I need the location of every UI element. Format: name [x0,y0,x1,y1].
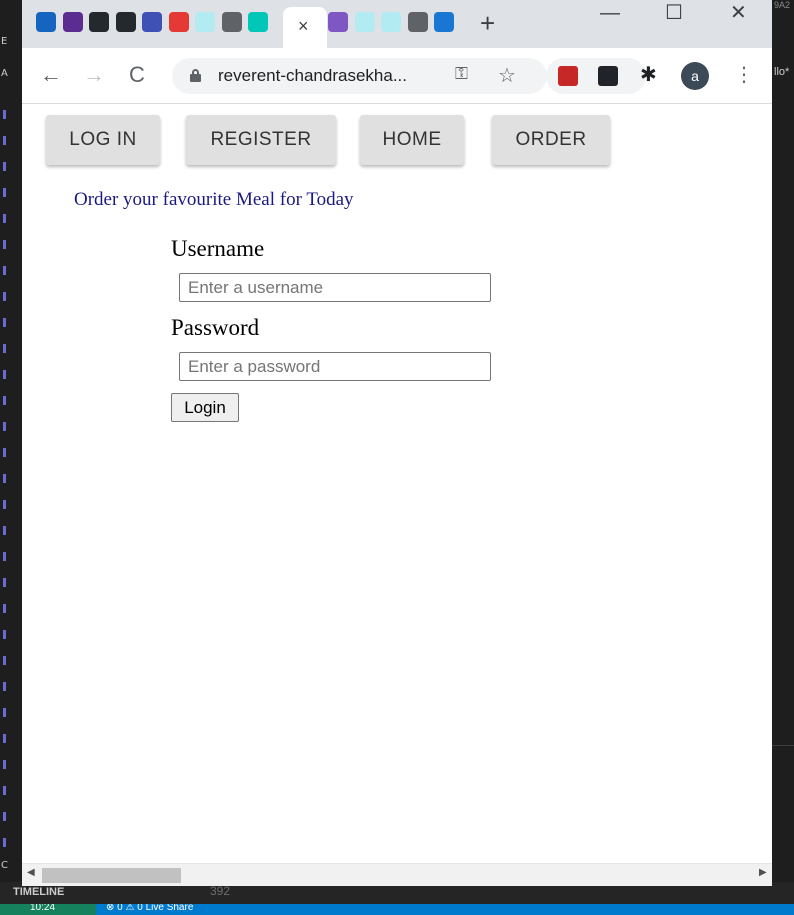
editor-gutter-mark [3,682,6,691]
editor-gutter-mark [3,656,6,665]
editor-gutter-mark [3,500,6,509]
editor-gutter-mark [3,292,6,301]
editor-gutter-mark [3,318,6,327]
tab-favicon-check-icon[interactable] [248,12,268,32]
tab-favicon-h-icon[interactable] [328,12,348,32]
ublock-extension-icon[interactable] [558,66,578,86]
editor-gutter-mark [3,136,6,145]
active-tab[interactable]: × [283,7,327,48]
minimize-icon[interactable]: — [600,2,620,24]
editor-gutter-mark [3,448,6,457]
close-window-icon[interactable]: ✕ [730,2,747,24]
browser-window: × + — ☐ ✕ ← → C reverent-chandrasekha...… [22,0,772,886]
horizontal-scrollbar[interactable]: ◀ ▶ [22,863,772,886]
editor-gutter-mark [3,214,6,223]
editor-gutter-mark [3,110,6,119]
timeline-label: TIMELINE [13,886,65,898]
tab-favicon-kanban-icon[interactable] [168,12,189,32]
password-input[interactable] [179,352,491,381]
editor-gutter-mark [3,760,6,769]
lock-icon[interactable] [190,69,201,82]
editor-gutter-mark [3,396,6,405]
profile-avatar[interactable]: a [681,62,709,90]
maximize-icon[interactable]: ☐ [665,2,683,24]
extensions-puzzle-icon[interactable]: ✱ [640,62,657,87]
editor-gutter-mark [3,370,6,379]
editor-tab-fragment: llo* [774,66,790,78]
status-problems[interactable]: ⊗ 0 ⚠ 0 Live Share [106,904,193,913]
editor-gutter-mark [3,552,6,561]
forward-arrow-icon[interactable]: → [83,62,105,88]
editor-gutter-mark [3,344,6,353]
tab-favicon-b-icon[interactable] [142,12,162,32]
menu-dots-icon[interactable]: ⋮ [734,62,754,88]
username-label: Username [171,236,265,261]
editor-gutter-mark [3,708,6,717]
tab-favicon-globe-3-icon[interactable] [381,12,401,32]
editor-gutter-mark [3,812,6,821]
editor-gutter-mark [3,240,6,249]
address-bar[interactable]: reverent-chandrasekha... ⚿ ☆ [172,58,547,94]
bookmark-star-icon[interactable]: ☆ [498,63,516,88]
editor-gutter-mark [3,786,6,795]
editor-gutter-mark [3,474,6,483]
new-tab-button[interactable]: + [480,10,495,36]
editor-fragment-top: 9A2 [774,0,791,10]
tab-favicon-1-icon[interactable] [36,12,56,32]
username-input[interactable] [179,273,491,302]
editor-gutter-mark [3,734,6,743]
password-label: Password [171,315,260,340]
tab-favicon-ed-icon[interactable] [62,12,83,32]
editor-gutter-mark [3,422,6,431]
editor-gutter-mark [3,578,6,587]
editor-fragment-letter: A [1,68,8,79]
status-time: 10:24 [30,904,56,913]
line-number: 392 [210,884,231,898]
address-url[interactable]: reverent-chandrasekha... [218,66,407,86]
editor-fragment-letter: E [1,36,8,47]
reload-icon[interactable]: C [129,62,145,88]
key-icon[interactable]: ⚿ [455,64,468,84]
react-devtools-extension-icon[interactable] [598,66,618,86]
register-nav-button[interactable]: REGISTER [186,115,336,165]
home-nav-button[interactable]: HOME [360,115,464,165]
editor-separator [772,745,794,746]
browser-toolbar: ← → C reverent-chandrasekha... ⚿ ☆ ✱ a ⋮ [22,48,772,104]
editor-gutter-mark [3,838,6,847]
login-nav-button[interactable]: LOG IN [46,115,160,165]
tab-favicon-globe-2-icon[interactable] [354,12,375,32]
editor-gutter-mark [3,188,6,197]
editor-gutter-mark [3,630,6,639]
vscode-status-bar: 10:24 ⊗ 0 ⚠ 0 Live Share [0,904,794,915]
editor-gutter-mark [3,162,6,171]
editor-fragment-letter: C [1,860,8,871]
tab-favicon-github-1-icon[interactable] [89,12,109,32]
scroll-left-icon[interactable]: ◀ [27,867,35,878]
tab-favicon-globe-1-icon[interactable] [195,12,215,32]
tab-strip: × + — ☐ ✕ [22,0,772,48]
tab-favicon-t-icon[interactable] [434,12,454,32]
tab-favicon-chrome-2-icon[interactable] [407,12,428,32]
scrollbar-thumb[interactable] [42,868,181,883]
editor-background-left: E A C [0,0,22,915]
web-page: LOG IN REGISTER HOME ORDER Order your fa… [22,105,772,863]
editor-background-right: 9A2 llo* [772,0,794,915]
editor-gutter-mark [3,266,6,275]
close-tab-icon[interactable]: × [298,17,309,35]
editor-gutter-mark [3,526,6,535]
tab-favicon-github-2-icon[interactable] [115,12,136,32]
scroll-right-icon[interactable]: ▶ [759,867,767,878]
order-nav-button[interactable]: ORDER [492,115,610,165]
editor-gutter-mark [3,604,6,613]
tab-favicon-chrome-1-icon[interactable] [221,12,242,32]
back-arrow-icon[interactable]: ← [40,62,62,88]
page-heading: Order your favourite Meal for Today [74,189,354,210]
login-submit-button[interactable]: Login [171,393,239,422]
